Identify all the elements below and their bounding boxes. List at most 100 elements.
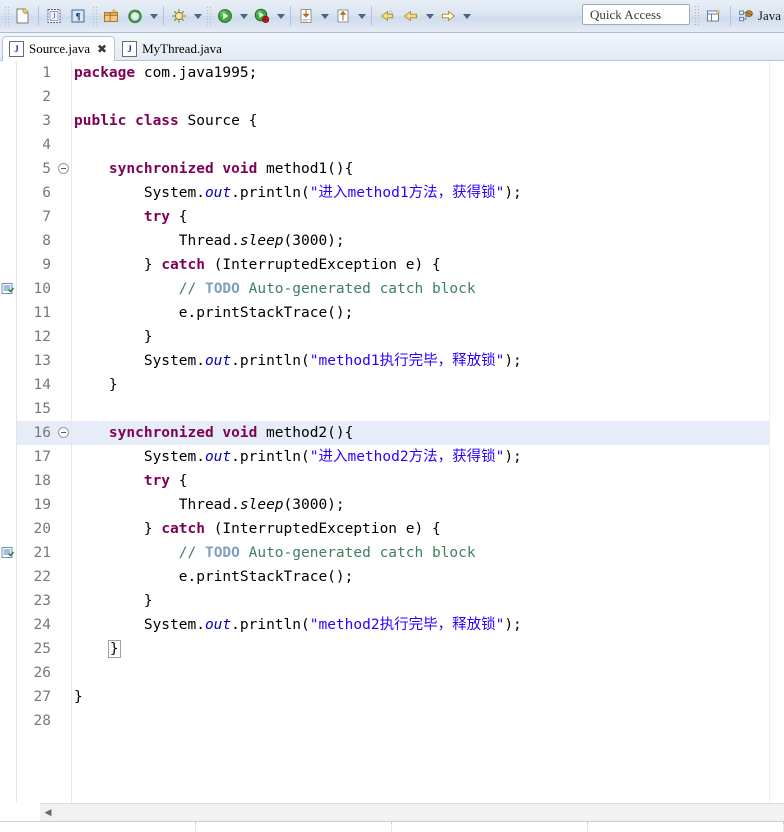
folding-cell[interactable]	[57, 421, 71, 445]
line-number: 3	[42, 113, 51, 129]
code-line: // TODO Auto-generated catch block	[72, 277, 769, 301]
code-token: TODO	[204, 281, 240, 297]
overview-ruler[interactable]	[769, 61, 784, 803]
code-line: }	[72, 325, 769, 349]
line-number: 8	[42, 233, 51, 249]
code-token: System.	[143, 353, 205, 369]
folding-cell[interactable]	[57, 613, 71, 637]
folding-cell[interactable]	[57, 565, 71, 589]
folding-cell[interactable]	[57, 541, 71, 565]
forward-dropdown-arrow[interactable]	[460, 5, 473, 27]
coverage-dropdown-arrow[interactable]	[274, 5, 287, 27]
line-number: 22	[33, 569, 51, 585]
code-line: Thread.sleep(3000);	[72, 493, 769, 517]
line-number: 20	[33, 521, 51, 537]
back-icon[interactable]	[399, 4, 423, 28]
horizontal-scrollbar[interactable]: ◀	[40, 803, 784, 821]
editor-tab-mythread-java[interactable]: J MyThread.java	[115, 36, 230, 61]
toolbar-group-handle-3[interactable]	[206, 6, 211, 26]
open-perspective-icon[interactable]	[702, 4, 726, 28]
folding-cell[interactable]	[57, 325, 71, 349]
folding-cell[interactable]	[57, 445, 71, 469]
new-annotation-icon[interactable]: ¶	[66, 4, 90, 28]
scroll-left-arrow[interactable]: ◀	[40, 805, 56, 820]
new-wizard-icon[interactable]	[11, 4, 35, 28]
todo-task-marker-icon[interactable]	[1, 282, 15, 295]
folding-cell[interactable]	[57, 61, 71, 85]
line-number: 21	[33, 545, 51, 561]
code-line: } catch (InterruptedException e) {	[72, 253, 769, 277]
code-editor[interactable]: 1 2 3 4 5 6 7 8 9 10 11 12 13 14 15 16 17 18 19 20 21 22 23 24 2…	[0, 61, 784, 803]
todo-task-marker-icon[interactable]	[1, 546, 15, 559]
new-java-class-icon[interactable]: J	[42, 4, 66, 28]
folding-cell[interactable]	[57, 469, 71, 493]
folding-cell[interactable]	[57, 109, 71, 133]
code-area[interactable]: package com.java1995; public class Source…	[72, 61, 769, 803]
toolbar-group-handle-2[interactable]	[92, 6, 97, 26]
code-token: catch	[161, 257, 205, 273]
perspective-java-button[interactable]: Java	[735, 6, 784, 26]
close-icon[interactable]: ✖	[97, 43, 107, 55]
quick-access-input[interactable]: Quick Access	[582, 4, 690, 25]
forward-icon[interactable]	[436, 4, 460, 28]
status-segment	[0, 822, 196, 832]
code-line: }	[72, 589, 769, 613]
fold-collapse-icon[interactable]	[58, 163, 69, 174]
open-type-dropdown-arrow[interactable]	[355, 5, 368, 27]
folding-cell[interactable]	[57, 709, 71, 733]
folding-cell[interactable]	[57, 349, 71, 373]
toolbar-drag-handle[interactable]	[4, 6, 9, 26]
run-icon[interactable]	[213, 4, 237, 28]
code-token: "method1执行完毕，释放锁"	[309, 353, 505, 369]
svg-text:J: J	[53, 13, 56, 21]
folding-cell[interactable]	[57, 493, 71, 517]
coverage-icon[interactable]	[250, 4, 274, 28]
toolbar-separator-4	[371, 6, 372, 26]
editor-tab-source-java[interactable]: J Source.java ✖	[2, 36, 116, 61]
editor-tab-bar: J Source.java ✖ J MyThread.java	[0, 33, 784, 61]
code-line: try {	[72, 205, 769, 229]
code-line: System.out.println("method2执行完毕，释放锁");	[72, 613, 769, 637]
folding-cell[interactable]	[57, 277, 71, 301]
open-type-icon[interactable]	[331, 4, 355, 28]
folding-cell[interactable]	[57, 661, 71, 685]
main-toolbar: J ¶ Quick Access Java	[0, 0, 784, 33]
folding-cell[interactable]	[57, 181, 71, 205]
folding-cell[interactable]	[57, 229, 71, 253]
folding-cell[interactable]	[57, 301, 71, 325]
line-number: 18	[33, 473, 51, 489]
folding-cell[interactable]	[57, 589, 71, 613]
back-dropdown-arrow[interactable]	[423, 5, 436, 27]
external-tools-icon[interactable]	[294, 4, 318, 28]
folding-cell[interactable]	[57, 397, 71, 421]
refresh-dropdown-arrow[interactable]	[147, 5, 160, 27]
code-token: sleep	[239, 233, 284, 249]
fold-collapse-icon[interactable]	[58, 427, 69, 438]
folding-cell[interactable]	[57, 685, 71, 709]
folding-cell[interactable]	[57, 133, 71, 157]
folding-cell[interactable]	[57, 157, 71, 181]
code-token: );	[504, 617, 522, 633]
run-dropdown-arrow[interactable]	[237, 5, 250, 27]
code-token: package	[74, 65, 136, 81]
new-package-icon[interactable]	[99, 4, 123, 28]
folding-cell[interactable]	[57, 373, 71, 397]
external-tools-dropdown-arrow[interactable]	[318, 5, 331, 27]
line-number: 1	[42, 65, 51, 81]
annotation-ruler[interactable]	[0, 61, 17, 803]
folding-cell[interactable]	[57, 517, 71, 541]
debug-icon[interactable]	[167, 4, 191, 28]
previous-edit-icon[interactable]	[375, 4, 399, 28]
folding-cell[interactable]	[57, 253, 71, 277]
code-token: );	[504, 185, 522, 201]
perspective-drag-handle[interactable]	[693, 5, 699, 27]
folding-ruler[interactable]	[57, 61, 72, 803]
folding-cell[interactable]	[57, 637, 71, 661]
line-number: 11	[33, 305, 51, 321]
folding-cell[interactable]	[57, 85, 71, 109]
refresh-icon[interactable]	[123, 4, 147, 28]
scrollbar-track[interactable]	[56, 805, 784, 820]
debug-dropdown-arrow[interactable]	[191, 5, 204, 27]
folding-cell[interactable]	[57, 205, 71, 229]
code-token: .println(	[231, 617, 310, 633]
